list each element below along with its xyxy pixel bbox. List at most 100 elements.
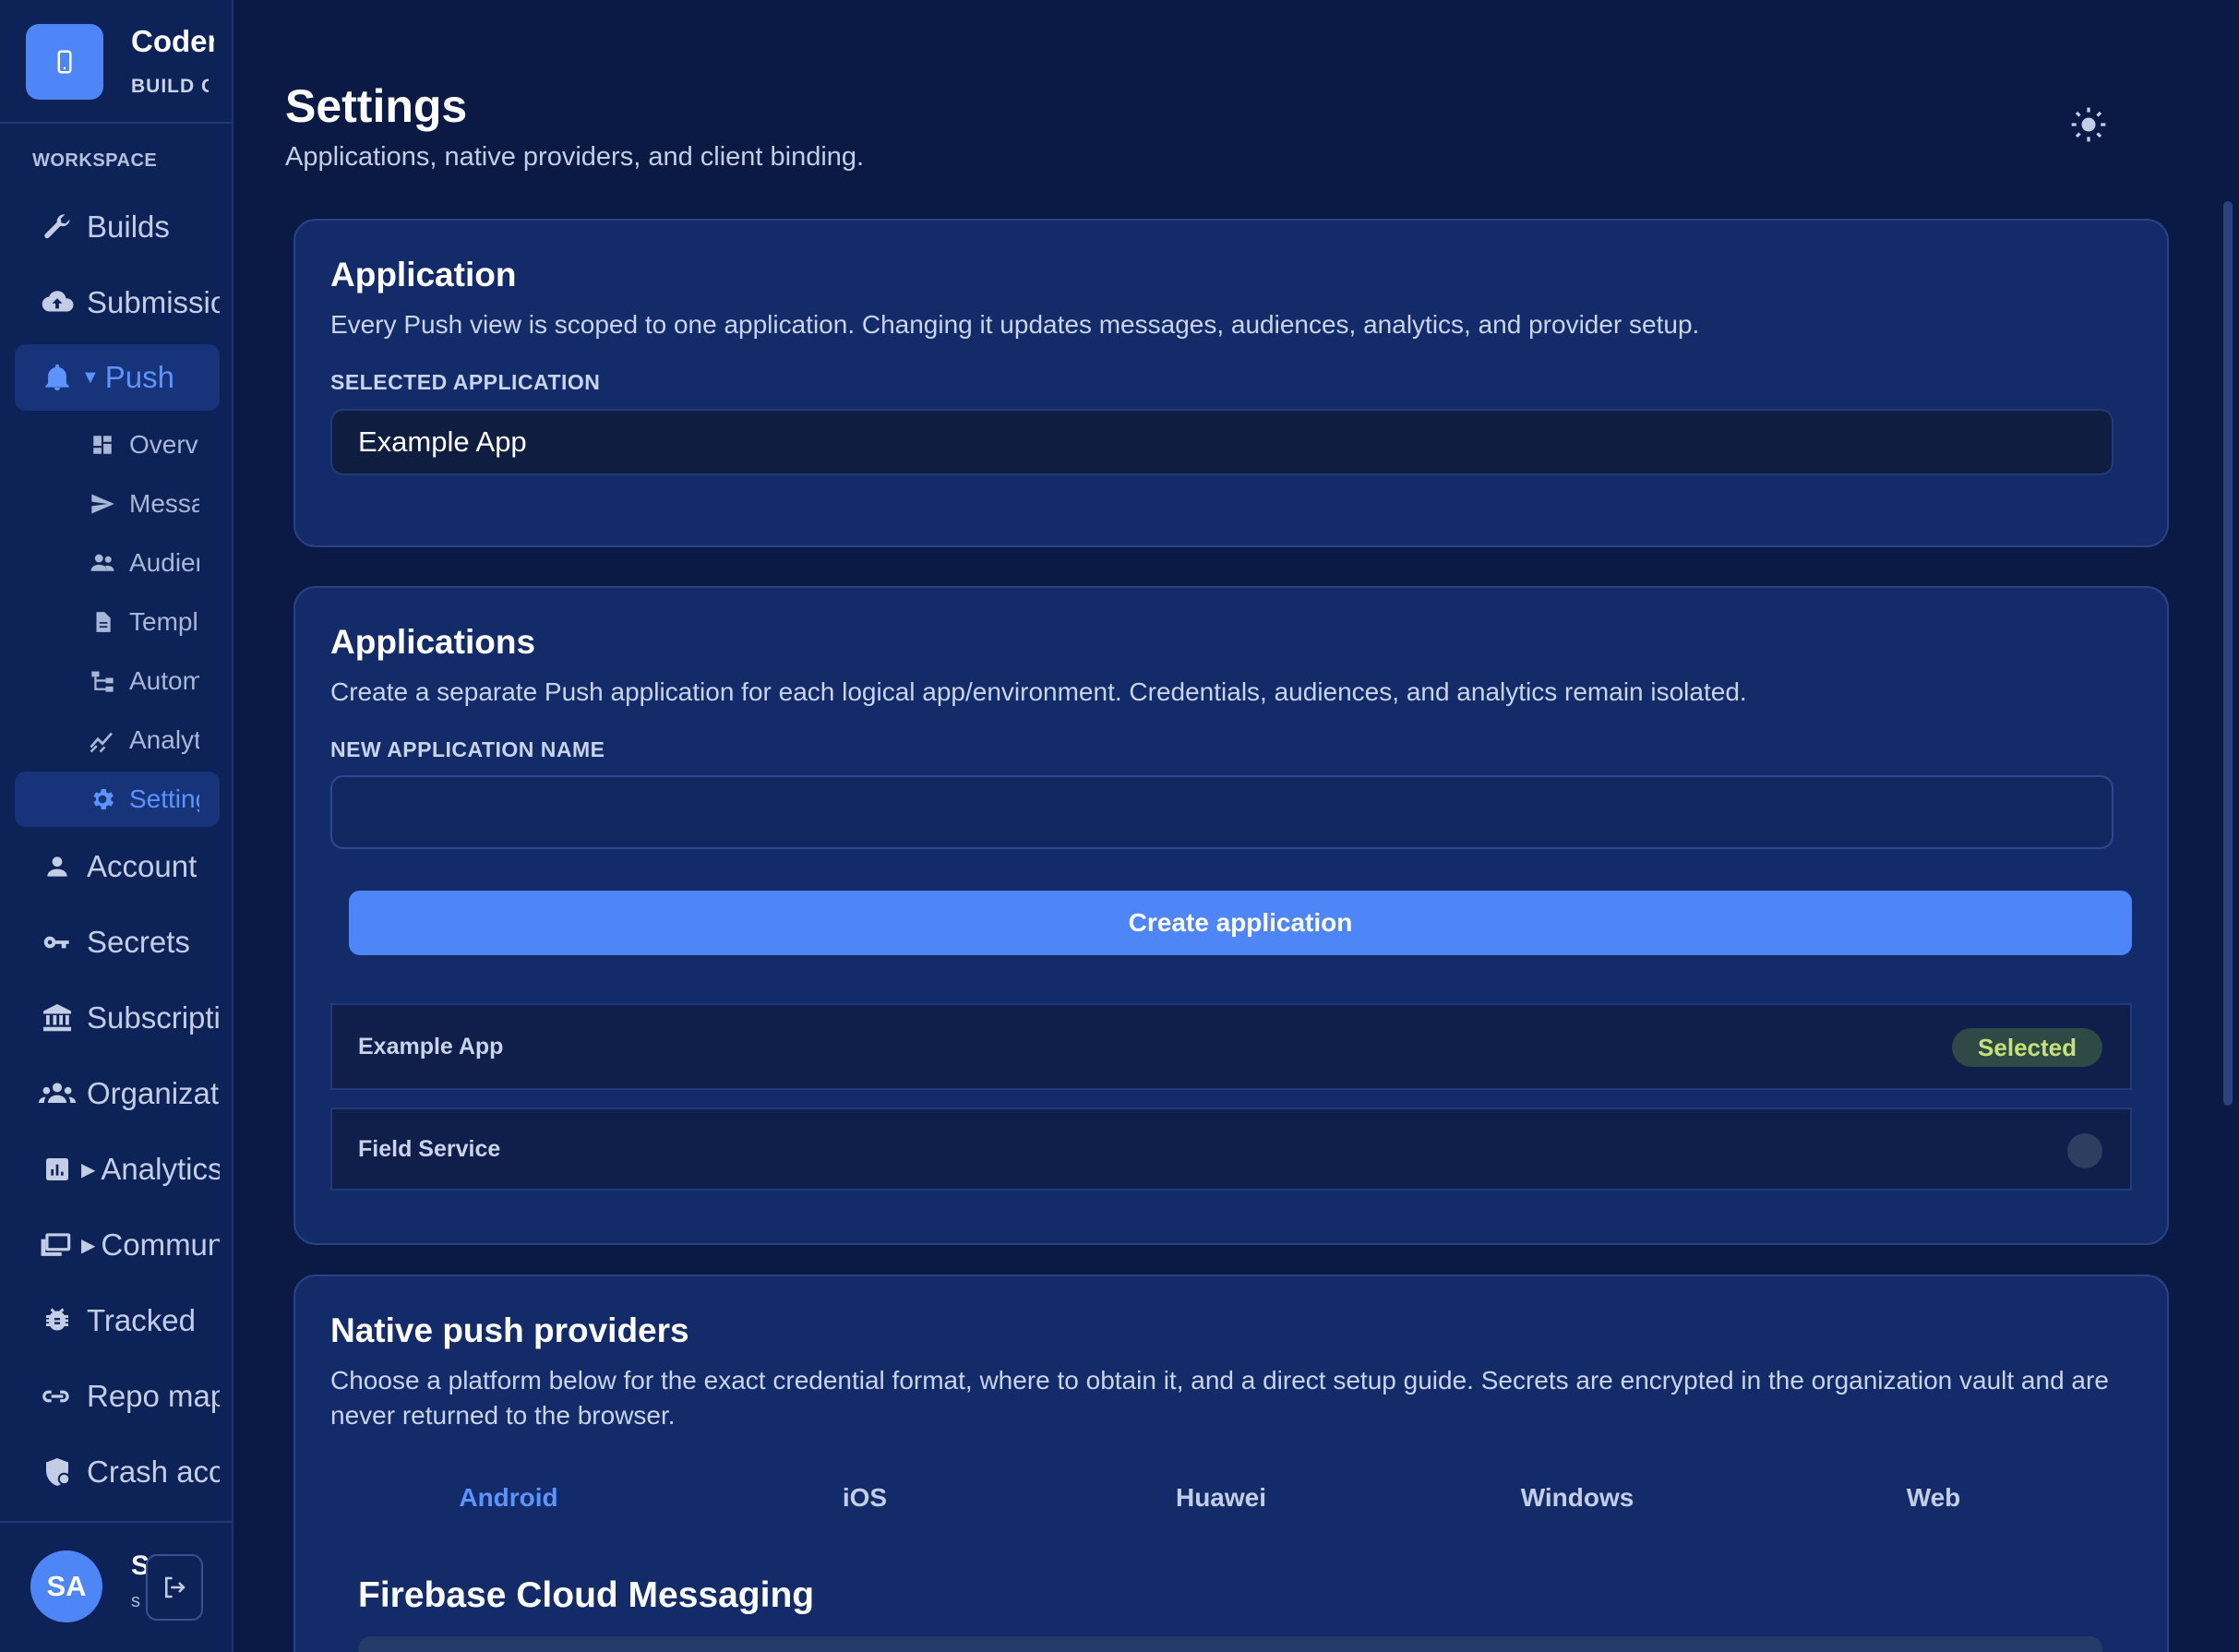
main-content: Settings Applications, native providers,… bbox=[233, 0, 2239, 1652]
sidebar-item-label: Organization bbox=[87, 1076, 220, 1110]
logout-button[interactable] bbox=[146, 1554, 203, 1621]
sidebar-subitem-label: Overview bbox=[129, 430, 199, 459]
workspace-section-label: WORKSPACE bbox=[32, 150, 158, 171]
theme-toggle-button[interactable] bbox=[2065, 102, 2112, 148]
dashboard-icon bbox=[87, 429, 118, 461]
document-icon bbox=[87, 606, 118, 638]
sidebar-item-repo-mapping[interactable]: Repo mapping bbox=[15, 1363, 220, 1430]
sidebar-subitem-label: Settings bbox=[129, 784, 199, 813]
sidebar-item-label: Subscription bbox=[87, 1000, 220, 1035]
provider-title: Firebase Cloud Messaging bbox=[358, 1575, 815, 1615]
card-title: Application bbox=[330, 256, 517, 293]
sidebar-item-builds[interactable]: Builds bbox=[15, 194, 220, 260]
sidebar-footer: SA S s bbox=[0, 1521, 232, 1652]
trend-icon bbox=[87, 724, 118, 756]
native-push-providers-card: Native push providers Choose a platform … bbox=[293, 1275, 2169, 1652]
sidebar-subitem-automations[interactable]: Automations bbox=[15, 653, 220, 709]
create-application-button[interactable]: Create application bbox=[349, 891, 2132, 955]
application-row-example-app[interactable]: Example App Selected bbox=[330, 1003, 2132, 1090]
sidebar-subitem-label: Automations bbox=[129, 666, 199, 695]
cloud-upload-icon bbox=[37, 282, 78, 323]
sidebar-item-secrets[interactable]: Secrets bbox=[15, 909, 220, 976]
platform-tabs: Android iOS Huawei Windows Web bbox=[330, 1483, 2132, 1529]
sidebar-item-push[interactable]: ▼ Push bbox=[15, 344, 220, 411]
logout-icon bbox=[165, 1576, 186, 1598]
link-icon bbox=[37, 1376, 78, 1417]
chevron-right-icon: ▶ bbox=[81, 1159, 96, 1180]
flow-icon bbox=[87, 665, 118, 697]
gear-icon bbox=[87, 784, 118, 815]
sidebar-subitem-analytics[interactable]: Analytics bbox=[15, 712, 220, 768]
scrollbar-thumb[interactable] bbox=[2223, 201, 2233, 1106]
sun-icon bbox=[2071, 107, 2106, 142]
sidebar-subitem-messages[interactable]: Messages bbox=[15, 476, 220, 532]
sidebar-subitem-label: Audiences bbox=[129, 548, 199, 577]
application-card: Application Every Push view is scoped to… bbox=[293, 219, 2169, 547]
sidebar-item-label: Repo mapping bbox=[87, 1379, 220, 1413]
sidebar-item-label: Submissions bbox=[87, 285, 220, 319]
sidebar-item-tracked[interactable]: Tracked bbox=[15, 1287, 220, 1354]
sidebar-item-label: Community bbox=[101, 1227, 220, 1262]
sidebar-subitem-settings[interactable]: Settings bbox=[15, 772, 220, 827]
selected-application-label: SELECTED APPLICATION bbox=[330, 370, 601, 394]
sidebar-subitem-overview[interactable]: Overview bbox=[15, 417, 220, 473]
display-icon bbox=[37, 1225, 78, 1265]
sidebar-item-label: Tracked bbox=[87, 1303, 196, 1337]
card-description: Every Push view is scoped to one applica… bbox=[330, 310, 1700, 339]
application-name: Field Service bbox=[358, 1135, 501, 1162]
card-title: Native push providers bbox=[330, 1311, 689, 1349]
sidebar-subitem-label: Templates bbox=[129, 607, 199, 636]
bell-icon bbox=[37, 357, 78, 398]
send-icon bbox=[87, 488, 118, 520]
tab-huawei[interactable]: Huawei bbox=[1043, 1483, 1399, 1513]
new-application-name-label: NEW APPLICATION NAME bbox=[330, 737, 605, 761]
group-icon bbox=[37, 1073, 78, 1114]
sidebar-item-label: Secrets bbox=[87, 925, 190, 959]
chevron-down-icon: ▼ bbox=[81, 366, 100, 388]
sidebar: Codename One BUILD CLOUD WORKSPACE Build… bbox=[0, 0, 233, 1652]
key-icon bbox=[37, 922, 78, 963]
user-email: s bbox=[131, 1591, 140, 1611]
sidebar-item-organization[interactable]: Organization bbox=[15, 1060, 220, 1127]
brand-subtitle: BUILD CLOUD bbox=[131, 76, 209, 97]
selected-application-select[interactable]: Example App bbox=[330, 409, 2113, 475]
sidebar-subitem-templates[interactable]: Templates bbox=[15, 594, 220, 650]
tab-ios[interactable]: iOS bbox=[687, 1483, 1043, 1513]
shield-icon bbox=[37, 1452, 78, 1492]
sidebar-item-analytics[interactable]: ▶ Analytics bbox=[15, 1136, 220, 1203]
page-subtitle: Applications, native providers, and clie… bbox=[285, 142, 865, 172]
sidebar-item-label: Analytics bbox=[101, 1152, 220, 1186]
sidebar-item-submissions[interactable]: Submissions bbox=[15, 269, 220, 336]
sidebar-item-crash-access[interactable]: Crash access bbox=[15, 1439, 220, 1505]
bug-icon bbox=[37, 1300, 78, 1341]
avatar[interactable]: SA bbox=[30, 1550, 102, 1622]
sidebar-item-account[interactable]: Account bbox=[15, 833, 220, 900]
chart-icon bbox=[37, 1149, 78, 1190]
tab-android[interactable]: Android bbox=[330, 1483, 687, 1513]
sidebar-subitem-audiences[interactable]: Audiences bbox=[15, 535, 220, 591]
people-icon bbox=[87, 547, 118, 579]
sidebar-item-subscription[interactable]: Subscription bbox=[15, 985, 220, 1051]
provider-status-bar bbox=[358, 1636, 2102, 1652]
sidebar-item-label: Push bbox=[104, 360, 175, 394]
sidebar-item-community[interactable]: ▶ Community bbox=[15, 1212, 220, 1278]
brand-title: Codename One bbox=[131, 24, 214, 58]
card-description: Create a separate Push application for e… bbox=[330, 677, 1747, 706]
phone-icon[interactable] bbox=[26, 24, 103, 100]
bank-icon bbox=[37, 998, 78, 1038]
applications-card: Applications Create a separate Push appl… bbox=[293, 586, 2169, 1245]
sidebar-subitem-label: Messages bbox=[129, 489, 199, 518]
sidebar-item-label: Account bbox=[87, 849, 198, 883]
tab-windows[interactable]: Windows bbox=[1399, 1483, 1755, 1513]
card-description: Choose a platform below for the exact cr… bbox=[330, 1366, 2109, 1430]
wrench-icon bbox=[37, 207, 78, 247]
new-application-name-input[interactable] bbox=[330, 775, 2113, 849]
sidebar-item-label: Builds bbox=[87, 209, 170, 244]
select-application-radio[interactable] bbox=[2067, 1133, 2102, 1168]
card-title: Applications bbox=[330, 623, 536, 661]
tab-web[interactable]: Web bbox=[1755, 1483, 2112, 1513]
page-title: Settings bbox=[285, 80, 468, 132]
sidebar-item-label: Crash access bbox=[87, 1454, 220, 1489]
application-row-field-service[interactable]: Field Service bbox=[330, 1107, 2132, 1191]
person-icon bbox=[37, 846, 78, 887]
